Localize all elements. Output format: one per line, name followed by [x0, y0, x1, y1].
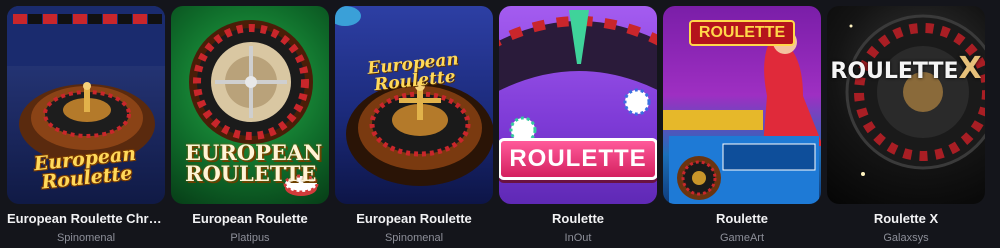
game-provider: GameArt: [719, 232, 764, 244]
game-title[interactable]: Roulette: [552, 211, 604, 226]
game-card[interactable]: EUROPEAN ROULETTE European Roulette Plat…: [171, 6, 329, 248]
game-card[interactable]: ROULETTE Roulette InOut: [499, 6, 657, 248]
game-provider: Platipus: [230, 232, 270, 244]
roulette-wheel-icon: [845, 14, 985, 176]
game-thumbnail[interactable]: EUROPEAN ROULETTE: [171, 6, 329, 204]
game-title[interactable]: Roulette: [716, 211, 768, 226]
game-card[interactable]: ROULETTEX Roulette X Galaxsys: [827, 6, 985, 248]
game-thumbnail[interactable]: ROULETTEX: [827, 6, 985, 204]
game-logo: ROULETTE: [499, 138, 657, 180]
game-title[interactable]: European Roulette: [356, 211, 472, 226]
game-title[interactable]: Roulette X: [874, 211, 938, 226]
game-logo: ROULETTE: [688, 20, 796, 46]
game-provider: Spinomenal: [56, 232, 116, 244]
game-card[interactable]: European Roulette European Roulette Spin…: [335, 6, 493, 248]
game-provider: Galaxsys: [883, 232, 929, 244]
game-thumbnail[interactable]: European Roulette: [7, 6, 165, 204]
game-card[interactable]: European Roulette European Roulette Chri…: [7, 6, 165, 248]
game-title[interactable]: European Roulette Christ...: [7, 211, 165, 226]
game-logo: EUROPEAN ROULETTE: [185, 140, 323, 186]
game-provider: InOut: [564, 232, 592, 244]
game-grid: European Roulette European Roulette Chri…: [0, 0, 1000, 248]
game-logo-text: ROULETTE: [830, 59, 959, 84]
game-card[interactable]: ROULETTE Roulette GameArt: [663, 6, 821, 248]
game-thumbnail[interactable]: ROULETTE: [499, 6, 657, 204]
game-thumbnail[interactable]: ROULETTE: [663, 6, 821, 204]
game-thumbnail[interactable]: European Roulette: [335, 6, 493, 204]
roulette-wheel-icon: [335, 6, 493, 186]
game-logo-x: X: [958, 51, 982, 86]
game-title[interactable]: European Roulette: [192, 211, 308, 226]
game-logo: ROULETTEX: [830, 54, 981, 84]
game-provider: Spinomenal: [384, 232, 444, 244]
